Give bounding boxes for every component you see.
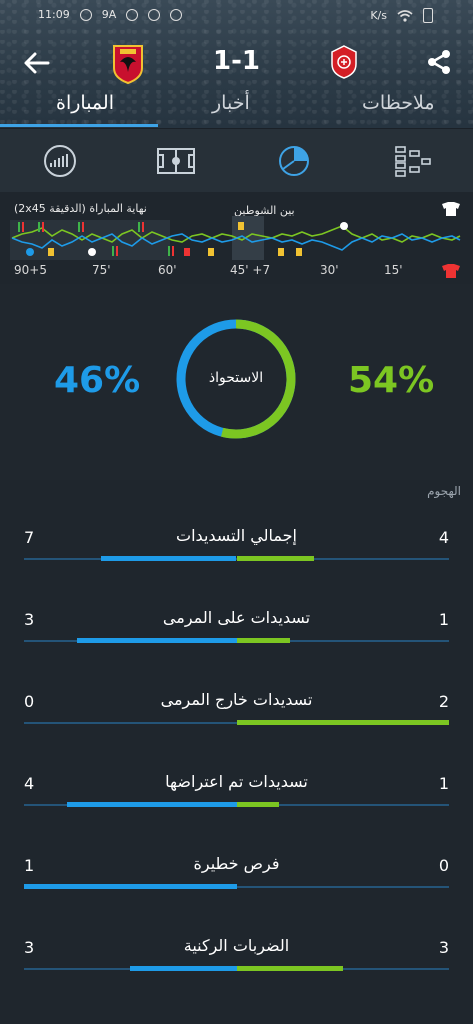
stat-label: إجمالي التسديدات — [176, 526, 297, 545]
tab-notes[interactable]: ملاحظات — [362, 92, 435, 114]
stat-right-value: 0 — [438, 856, 449, 875]
tick-30: 30' — [320, 263, 339, 277]
stat-right-value: 2 — [438, 692, 449, 711]
status-bar: 11:09 9A K/s — [0, 6, 473, 28]
alarm-icon — [126, 8, 139, 21]
home-jersey-icon — [442, 202, 460, 216]
tick-60: 60' — [158, 263, 177, 277]
active-tab-indicator — [0, 124, 158, 127]
tick-75: 75' — [92, 263, 111, 277]
possession-right-pct: 54% — [348, 360, 435, 401]
possession-label: الاستحواذ — [208, 370, 264, 386]
attack-section-title: الهجوم — [427, 484, 461, 498]
stat-label: تسديدات تم اعتراضها — [165, 772, 308, 791]
stats-chart-icon[interactable] — [40, 141, 80, 181]
stat-row: 0 تسديدات خارج المرمى 2 — [12, 676, 461, 756]
match-header: 11:09 9A K/s 1-1 المباراة أخبار ملاحظات — [0, 0, 473, 128]
tick-90: 90+5 — [14, 263, 47, 277]
attack-stats: 7 إجمالي التسديدات 4 3 تسديدات على المرمى 1 0 ت… — [12, 512, 461, 1024]
sub-icon — [18, 222, 20, 232]
match-tabs: المباراة أخبار ملاحظات — [0, 86, 473, 128]
battery-text: 9A — [101, 8, 117, 21]
status-right: K/s — [370, 8, 433, 23]
stat-right-value: 1 — [438, 774, 449, 793]
stat-right-value: 1 — [438, 610, 449, 629]
stat-bar-away — [236, 802, 279, 807]
stat-bar-away — [236, 966, 343, 971]
stat-row: 1 فرص خطيرة 0 — [12, 840, 461, 920]
network-speed: K/s — [370, 9, 387, 22]
tab-news[interactable]: أخبار — [212, 92, 250, 114]
stat-bar-home — [130, 966, 237, 971]
possession-left-pct: 46% — [54, 360, 141, 401]
stat-bar-home — [101, 556, 237, 561]
share-icon[interactable] — [425, 48, 453, 76]
tick-15: 15' — [384, 263, 403, 277]
match-timeline: (2x45 الدقيقة) نهاية المباراة بين الشوطي… — [8, 194, 467, 284]
stat-row: 4 تسديدات تم اعتراضها 1 — [12, 758, 461, 838]
stat-label: تسديدات على المرمى — [162, 608, 311, 627]
stat-label: تسديدات خارج المرمى — [160, 690, 313, 709]
away-jersey-icon — [442, 264, 460, 278]
wifi-icon — [397, 9, 413, 22]
match-score: 1-1 — [213, 46, 260, 76]
stat-row: 7 إجمالي التسديدات 4 — [12, 512, 461, 592]
battery-icon — [423, 8, 433, 23]
pitch-icon[interactable] — [156, 141, 196, 181]
stat-bar-away — [236, 720, 449, 725]
notification-icon — [170, 8, 183, 21]
stat-right-value: 4 — [438, 528, 449, 547]
possession-pie-icon[interactable] — [274, 141, 314, 181]
stat-right-value: 3 — [438, 938, 449, 957]
status-left: 11:09 9A — [38, 8, 183, 21]
stat-bar-home — [66, 802, 237, 807]
stat-row: 3 تسديدات على المرمى 1 — [12, 594, 461, 674]
tick-45: 45' +7 — [230, 263, 271, 277]
stat-row: 3 الضربات الركنية 3 — [12, 922, 461, 1002]
stat-bar-away — [236, 638, 290, 643]
clock: 11:09 — [38, 8, 70, 21]
bracket-icon[interactable] — [392, 141, 432, 181]
stat-label: الضربات الركنية — [183, 936, 290, 955]
tab-match[interactable]: المباراة — [56, 92, 114, 114]
leaf-icon — [79, 8, 92, 21]
section-icon-bar — [0, 128, 473, 192]
possession-section: 46% الاستحواذ 54% — [0, 284, 473, 480]
eye-icon — [148, 8, 161, 21]
stat-label: فرص خطيرة — [193, 854, 280, 873]
stat-bar-home — [24, 884, 237, 889]
stat-bar-home — [77, 638, 237, 643]
stat-bar-away — [236, 556, 314, 561]
wydad-logo[interactable] — [330, 44, 358, 80]
